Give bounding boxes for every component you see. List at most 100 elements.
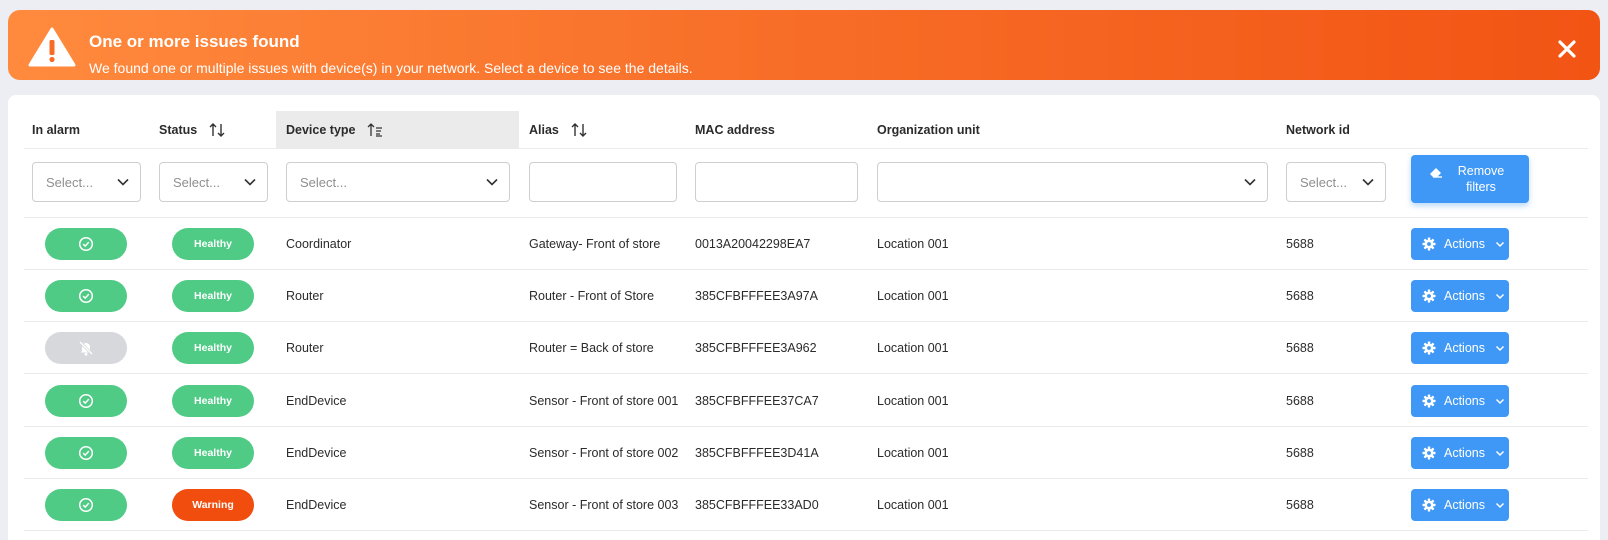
table-row[interactable]: Healthy EndDevice Sensor - Front of store … <box>24 375 1588 427</box>
network-id-cell: 5688 <box>1286 445 1314 460</box>
mac-address-cell: 385CFBFFFEE3A962 <box>695 341 817 356</box>
remove-filters-button[interactable]: Remove filters <box>1411 155 1529 203</box>
close-icon[interactable] <box>1556 38 1578 60</box>
device-type-cell: Router <box>286 341 324 356</box>
in-alarm-indicator <box>45 228 127 260</box>
actions-label: Actions <box>1444 445 1485 460</box>
status-badge: Warning <box>172 489 254 521</box>
gear-icon <box>1422 498 1436 512</box>
column-label: Device type <box>286 123 356 137</box>
alias-cell: Sensor - Front of store 002 <box>529 445 679 460</box>
alias-cell: Sensor - Front of store 001 <box>529 393 679 408</box>
eraser-icon <box>1430 168 1442 178</box>
sort-ascending-icon[interactable] <box>367 123 383 137</box>
org-unit-filter-select[interactable] <box>877 162 1268 202</box>
column-header-device-type[interactable]: Device type <box>276 111 519 149</box>
chevron-down-icon <box>117 178 129 186</box>
device-type-cell: Router <box>286 289 324 304</box>
status-badge: Healthy <box>172 228 254 260</box>
remove-filters-label: Remove filters <box>1457 164 1505 194</box>
in-alarm-filter-select[interactable]: Select... <box>32 162 141 202</box>
actions-label: Actions <box>1444 237 1485 251</box>
column-label: Status <box>159 123 198 137</box>
status-badge: Healthy <box>172 332 254 365</box>
in-alarm-indicator <box>45 489 127 521</box>
table-row[interactable]: Warning EndDevice Sensor - Front of store … <box>24 479 1588 531</box>
network-id-cell: 5688 <box>1286 393 1314 408</box>
column-label: Organization unit <box>877 123 980 137</box>
actions-button[interactable]: Actions <box>1411 436 1509 469</box>
chevron-down-icon <box>1362 178 1374 186</box>
table-row[interactable]: Healthy Coordinator Gateway- Front of stor… <box>24 218 1588 270</box>
chevron-down-icon <box>1495 346 1505 352</box>
mac-filter-input[interactable] <box>695 162 858 202</box>
network-id-filter-select[interactable]: Select... <box>1286 162 1386 202</box>
check-circle-icon <box>78 393 94 408</box>
check-circle-icon <box>78 445 94 460</box>
device-type-cell: EndDevice <box>286 445 347 460</box>
column-header-alias[interactable]: Alias <box>529 111 587 149</box>
network-id-cell: 5688 <box>1286 237 1314 251</box>
alias-cell: Router = Back of store <box>529 341 654 356</box>
actions-button[interactable]: Actions <box>1411 280 1509 313</box>
org-unit-cell: Location 001 <box>877 341 949 356</box>
actions-button[interactable]: Actions <box>1411 228 1509 260</box>
column-label: In alarm <box>32 123 80 137</box>
in-alarm-indicator <box>45 384 127 417</box>
select-placeholder: Select... <box>46 174 93 190</box>
org-unit-cell: Location 001 <box>877 445 949 460</box>
table-row[interactable]: Healthy Router Router = Back of store 385CF… <box>24 322 1588 375</box>
sort-icon[interactable] <box>571 123 587 137</box>
actions-label: Actions <box>1444 498 1485 512</box>
table-row[interactable]: Healthy Router Router - Front of Store 385C… <box>24 270 1588 323</box>
column-header-in-alarm: In alarm <box>32 111 80 149</box>
chevron-down-icon <box>1495 398 1505 404</box>
mac-address-cell: 0013A20042298EA7 <box>695 237 811 251</box>
sort-icon[interactable] <box>209 123 225 137</box>
network-id-cell: 5688 <box>1286 498 1314 512</box>
gear-icon <box>1422 446 1436 460</box>
in-alarm-indicator <box>45 436 127 469</box>
org-unit-cell: Location 001 <box>877 393 949 408</box>
mac-address-cell: 385CFBFFFEE3A97A <box>695 289 818 304</box>
column-label: Network id <box>1286 123 1350 137</box>
filter-row: Select... Select... Select... Select... … <box>24 150 1588 218</box>
check-circle-icon <box>78 497 94 513</box>
chevron-down-icon <box>1495 294 1505 300</box>
chevron-down-icon <box>486 178 498 186</box>
mac-address-cell: 385CFBFFFEE37CA7 <box>695 393 819 408</box>
actions-button[interactable]: Actions <box>1411 332 1509 365</box>
chevron-down-icon <box>244 178 256 186</box>
column-header-status[interactable]: Status <box>159 111 225 149</box>
gear-icon <box>1422 237 1436 251</box>
mac-address-cell: 385CFBFFFEE33AD0 <box>695 498 819 512</box>
in-alarm-indicator <box>45 332 127 365</box>
chevron-down-icon <box>1244 178 1256 186</box>
device-type-cell: EndDevice <box>286 498 347 512</box>
org-unit-cell: Location 001 <box>877 498 949 512</box>
in-alarm-indicator <box>45 280 127 313</box>
actions-button[interactable]: Actions <box>1411 384 1509 417</box>
alias-filter-input[interactable] <box>529 162 677 202</box>
status-badge: Healthy <box>172 436 254 469</box>
column-header-network-id: Network id <box>1286 111 1350 149</box>
table-row[interactable]: Healthy EndDevice Sensor - Front of store … <box>24 427 1588 479</box>
check-circle-icon <box>78 236 94 252</box>
select-placeholder: Select... <box>1300 174 1347 190</box>
actions-button[interactable]: Actions <box>1411 489 1509 521</box>
table-header: In alarm Status Device type Alias MAC ad… <box>24 111 1588 149</box>
gear-icon <box>1422 394 1436 408</box>
org-unit-cell: Location 001 <box>877 289 949 304</box>
mac-address-cell: 385CFBFFFEE3D41A <box>695 445 819 460</box>
status-badge: Healthy <box>172 384 254 417</box>
network-id-cell: 5688 <box>1286 289 1314 304</box>
alias-cell: Sensor - Front of store 003 <box>529 498 679 512</box>
select-placeholder: Select... <box>300 174 347 190</box>
devices-table-card: In alarm Status Device type Alias MAC ad… <box>8 95 1600 540</box>
warning-triangle-icon <box>28 27 76 67</box>
chevron-down-icon <box>1495 502 1505 509</box>
check-circle-icon <box>78 289 94 304</box>
device-type-filter-select[interactable]: Select... <box>286 162 510 202</box>
status-filter-select[interactable]: Select... <box>159 162 268 202</box>
chevron-down-icon <box>1495 450 1505 456</box>
